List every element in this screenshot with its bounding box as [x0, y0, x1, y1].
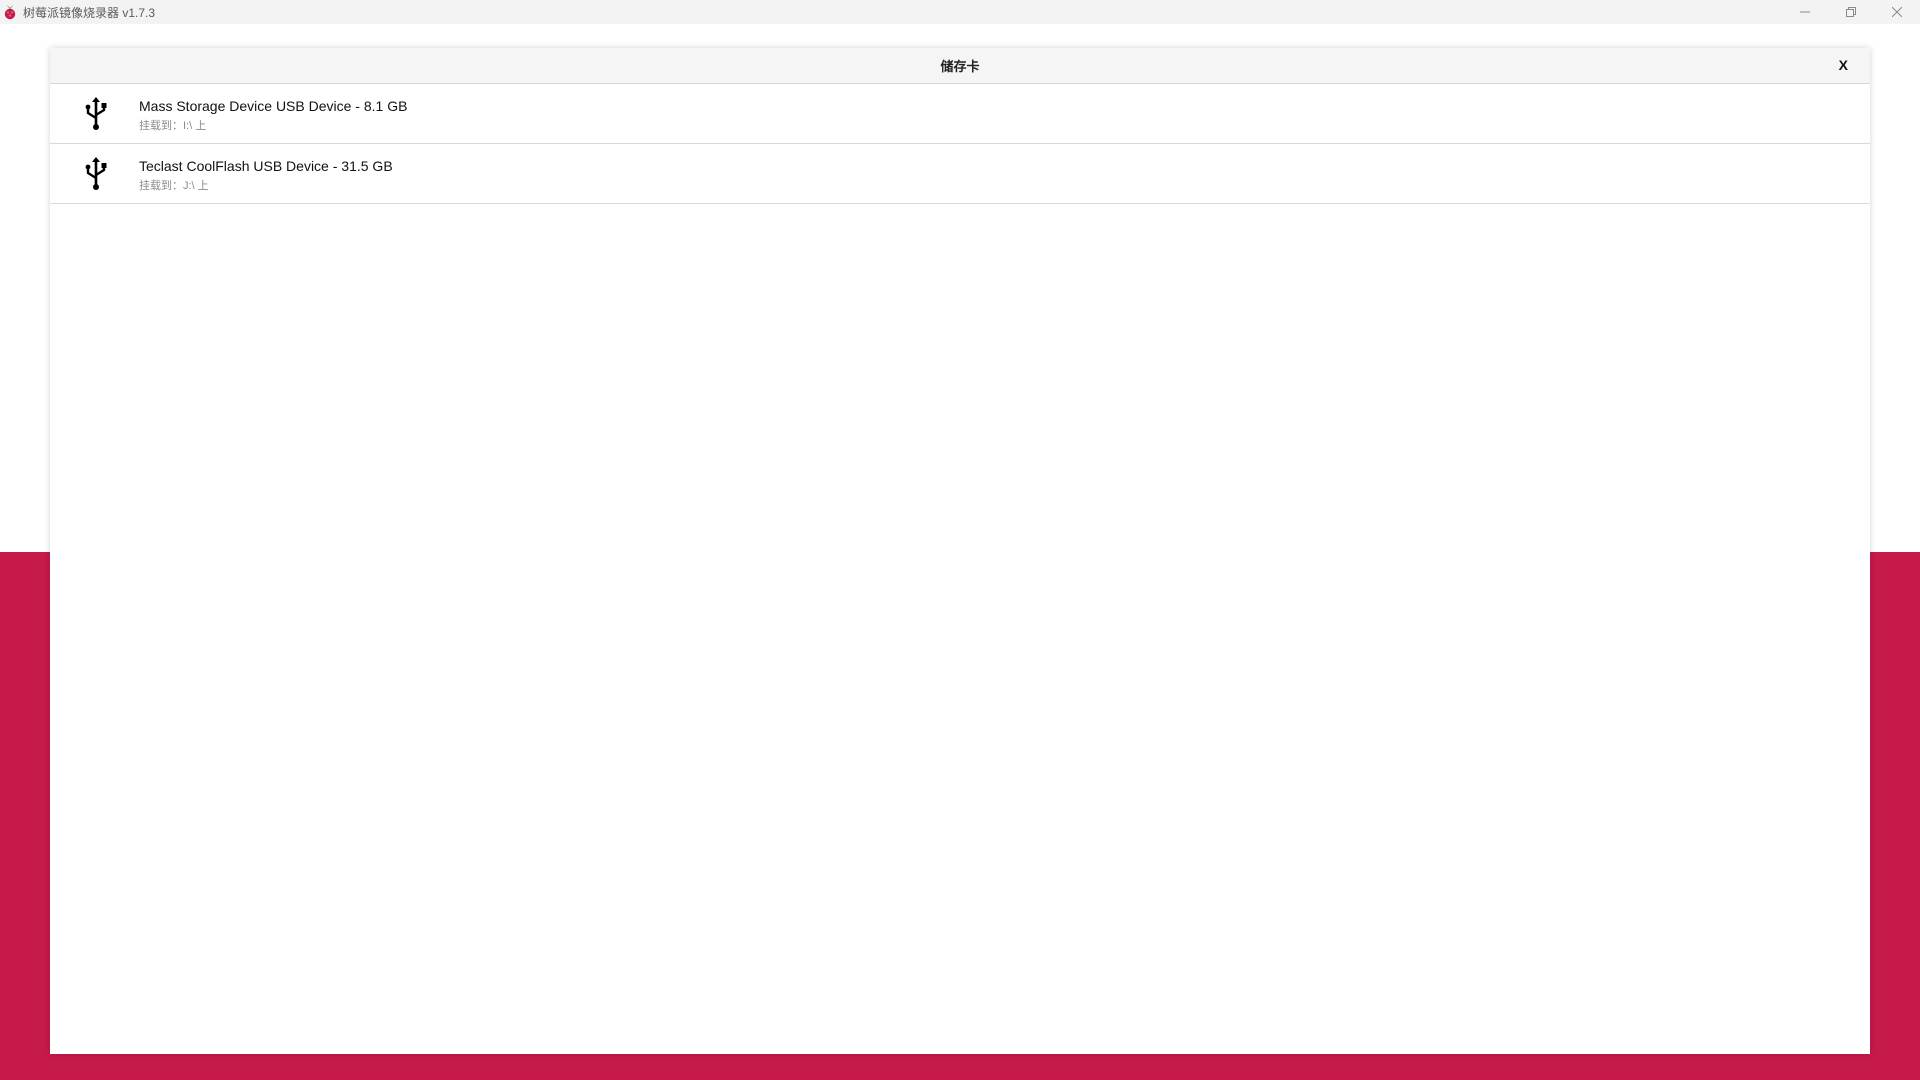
- device-item[interactable]: Teclast CoolFlash USB Device - 31.5 GB 挂…: [50, 144, 1870, 204]
- device-item[interactable]: Mass Storage Device USB Device - 8.1 GB …: [50, 84, 1870, 144]
- window-close-button[interactable]: [1874, 0, 1920, 24]
- dialog-header: 储存卡 X: [50, 48, 1870, 84]
- minimize-icon: [1800, 7, 1810, 17]
- raspberry-pi-logo-icon: [3, 4, 17, 20]
- app-window: 树莓派镜像烧录器 v1.7.3 储存卡 X Mass Storage Devic…: [0, 0, 1920, 1080]
- minimize-button[interactable]: [1782, 0, 1828, 24]
- restore-icon: [1846, 7, 1856, 17]
- device-name: Mass Storage Device USB Device - 8.1 GB: [139, 98, 408, 114]
- window-title: 树莓派镜像烧录器 v1.7.3: [23, 5, 156, 20]
- device-list: Mass Storage Device USB Device - 8.1 GB …: [50, 84, 1870, 204]
- device-name: Teclast CoolFlash USB Device - 31.5 GB: [139, 158, 393, 174]
- close-icon: [1892, 7, 1902, 17]
- device-mount-point: 挂载到：I:\ 上: [139, 120, 207, 132]
- usb-icon: [82, 156, 110, 192]
- window-controls: [1782, 0, 1920, 24]
- storage-dialog: 储存卡 X Mass Storage Device USB Device - 8…: [50, 48, 1870, 1054]
- dialog-title: 储存卡: [940, 59, 980, 74]
- restore-button[interactable]: [1828, 0, 1874, 24]
- device-mount-point: 挂载到：J:\ 上: [139, 180, 209, 192]
- usb-icon: [82, 96, 110, 132]
- title-bar[interactable]: 树莓派镜像烧录器 v1.7.3: [0, 0, 1920, 24]
- dialog-close-button[interactable]: X: [1839, 56, 1848, 74]
